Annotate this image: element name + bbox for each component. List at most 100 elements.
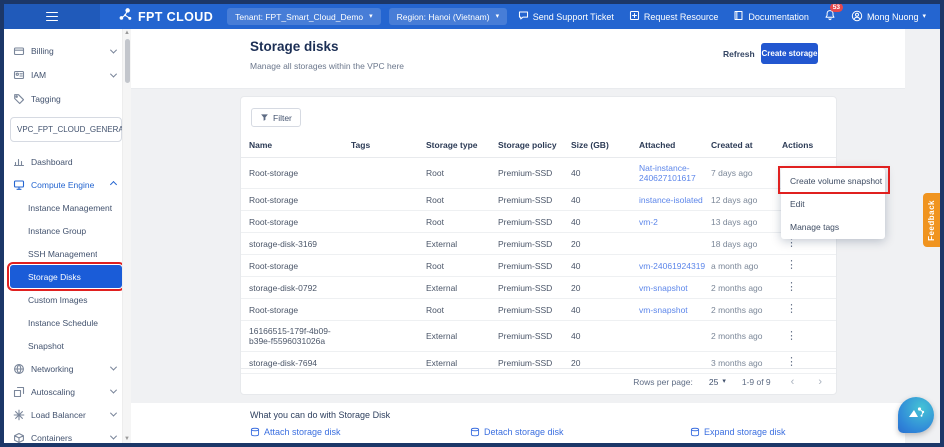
attached-instance-link[interactable]: vm-24061924319 — [639, 261, 705, 271]
menu-item-manage-tags[interactable]: Manage tags — [781, 215, 885, 238]
sidebar-item-load-balancer[interactable]: Load Balancer — [10, 403, 122, 426]
disk-name-cell: 16166515-179f-4b09-b39e-f5596031026a — [241, 321, 351, 352]
chevron-down-icon — [110, 410, 117, 417]
attached-cell: vm-snapshot — [639, 277, 711, 299]
created-at-cell: 7 days ago — [711, 158, 782, 189]
scroll-up-arrow-icon[interactable]: ▲ — [124, 29, 130, 37]
actions-cell: ⋮ — [782, 255, 836, 277]
sidebar-item-iam[interactable]: IAM — [10, 63, 122, 87]
previous-page-button[interactable]: ‹ — [787, 376, 799, 388]
footer-link-expand-storage-disk[interactable]: Expand storage disk — [690, 427, 786, 437]
hamburger-menu-button[interactable] — [4, 4, 100, 29]
storage-policy-cell: Premium-SSD — [498, 211, 571, 233]
size-cell: 40 — [571, 299, 639, 321]
sidebar-item-dashboard[interactable]: Dashboard — [10, 150, 122, 173]
attached-instance-link[interactable]: Nat-instance-240627101617 — [639, 163, 696, 183]
table-row: Root-storageRootPremium-SSD40vm-213 days… — [241, 211, 836, 233]
row-actions-kebab-button[interactable]: ⋮ — [782, 331, 801, 342]
pagination-bar: Rows per page: 25 ▾ 1-9 of 9 ‹ › — [241, 368, 836, 394]
sidebar-scrollbar[interactable]: ▲ ▼ — [122, 29, 131, 443]
user-menu[interactable]: Mong Nuong ▾ — [851, 10, 926, 24]
sidebar-top-items: BillingIAMTagging — [4, 39, 131, 111]
row-actions-kebab-button[interactable]: ⋮ — [782, 357, 801, 368]
scroll-down-arrow-icon[interactable]: ▼ — [124, 435, 130, 443]
size-cell: 20 — [571, 277, 639, 299]
storage-type-cell: Root — [426, 211, 498, 233]
row-actions-kebab-button[interactable]: ⋮ — [782, 260, 801, 271]
disk-name-cell: Root-storage — [241, 255, 351, 277]
attached-instance-link[interactable]: vm-snapshot — [639, 283, 688, 293]
region-label: Region: Hanoi (Vietnam) — [397, 12, 490, 22]
sidebar-item-ssh-management[interactable]: SSH Management — [10, 242, 122, 265]
storage-type-cell: Root — [426, 158, 498, 189]
sidebar-item-snapshot[interactable]: Snapshot — [10, 334, 122, 357]
sidebar-item-tagging[interactable]: Tagging — [10, 87, 122, 111]
row-actions-kebab-button[interactable]: ⋮ — [782, 238, 801, 249]
sidebar-item-instance-management[interactable]: Instance Management — [10, 196, 122, 219]
region-selector[interactable]: Region: Hanoi (Vietnam) ▾ — [389, 8, 507, 25]
storage-type-cell: Root — [426, 299, 498, 321]
topbar-link-documentation[interactable]: Documentation — [733, 10, 809, 23]
autoscaling-icon — [13, 386, 25, 398]
storage-disks-card: Filter NameTagsStorage typeStorage polic… — [240, 96, 837, 395]
tagging-icon — [13, 93, 25, 105]
attached-instance-link[interactable]: vm-2 — [639, 217, 658, 227]
vpc-selector[interactable]: VPC_FPT_CLOUD_GENERAL ▾ — [10, 117, 122, 142]
menu-item-edit[interactable]: Edit — [781, 192, 885, 215]
next-page-button[interactable]: › — [814, 376, 826, 388]
footer-link-attach-storage-disk[interactable]: Attach storage disk — [250, 427, 341, 437]
sidebar-item-label: Instance Schedule — [28, 318, 98, 328]
create-storage-button[interactable]: Create storage — [761, 43, 818, 64]
table-row: Root-storageRootPremium-SSD40Nat-instanc… — [241, 158, 836, 189]
rows-per-page-select[interactable]: 25 ▾ — [709, 377, 726, 387]
storage-policy-cell: Premium-SSD — [498, 321, 571, 352]
fpt-molecule-icon — [118, 7, 133, 27]
chevron-down-icon — [110, 387, 117, 394]
sidebar-item-billing[interactable]: Billing — [10, 39, 122, 63]
support-ticket-icon — [518, 10, 529, 23]
attached-cell — [639, 233, 711, 255]
sidebar-item-custom-images[interactable]: Custom Images — [10, 288, 122, 311]
sidebar-item-compute-engine[interactable]: Compute Engine — [10, 173, 122, 196]
chevron-down-icon: ▾ — [722, 378, 726, 385]
tenant-selector[interactable]: Tenant: FPT_Smart_Cloud_Demo ▾ — [227, 8, 381, 25]
sidebar-item-label: Networking — [31, 364, 74, 374]
documentation-icon — [733, 10, 744, 23]
notifications-button[interactable]: 53 — [824, 8, 836, 26]
logo-text: FPT CLOUD — [138, 10, 213, 24]
sidebar-item-label: Instance Management — [28, 203, 112, 213]
filter-button[interactable]: Filter — [251, 108, 301, 127]
topbar-link-send-support-ticket[interactable]: Send Support Ticket — [518, 10, 614, 23]
refresh-button[interactable]: Refresh — [723, 49, 755, 59]
ai-chat-bubble-button[interactable] — [898, 397, 934, 433]
table-row: Root-storageRootPremium-SSD40instance-is… — [241, 189, 836, 211]
size-cell: 40 — [571, 211, 639, 233]
topbar-link-request-resource[interactable]: Request Resource — [629, 10, 719, 23]
row-actions-kebab-button[interactable]: ⋮ — [782, 282, 801, 293]
sidebar-item-networking[interactable]: Networking — [10, 357, 122, 380]
feedback-tab[interactable]: Feedback — [923, 193, 940, 247]
chevron-down-icon — [110, 70, 117, 77]
tags-cell — [351, 299, 426, 321]
load-balancer-icon — [13, 409, 25, 421]
attached-cell: vm-2 — [639, 211, 711, 233]
request-resource-icon — [629, 10, 640, 23]
sidebar-item-instance-schedule[interactable]: Instance Schedule — [10, 311, 122, 334]
scrollbar-thumb[interactable] — [125, 39, 130, 83]
attached-cell — [639, 321, 711, 352]
tags-cell — [351, 189, 426, 211]
attached-cell: Nat-instance-240627101617 — [639, 158, 711, 189]
menu-item-create-volume-snapshot[interactable]: Create volume snapshot — [781, 169, 885, 192]
footer-link-label: Expand storage disk — [704, 427, 786, 437]
row-actions-kebab-button[interactable]: ⋮ — [782, 304, 801, 315]
footer-link-detach-storage-disk[interactable]: Detach storage disk — [470, 427, 564, 437]
storage-policy-cell: Premium-SSD — [498, 255, 571, 277]
fpt-cloud-logo[interactable]: FPT CLOUD — [118, 7, 213, 27]
disk-name-cell: Root-storage — [241, 211, 351, 233]
sidebar-item-containers[interactable]: Containers — [10, 426, 122, 443]
attached-instance-link[interactable]: vm-snapshot — [639, 305, 688, 315]
sidebar-item-instance-group[interactable]: Instance Group — [10, 219, 122, 242]
attached-instance-link[interactable]: instance-isolated — [639, 195, 703, 205]
sidebar-item-storage-disks[interactable]: Storage Disks — [10, 265, 122, 288]
sidebar-item-autoscaling[interactable]: Autoscaling — [10, 380, 122, 403]
